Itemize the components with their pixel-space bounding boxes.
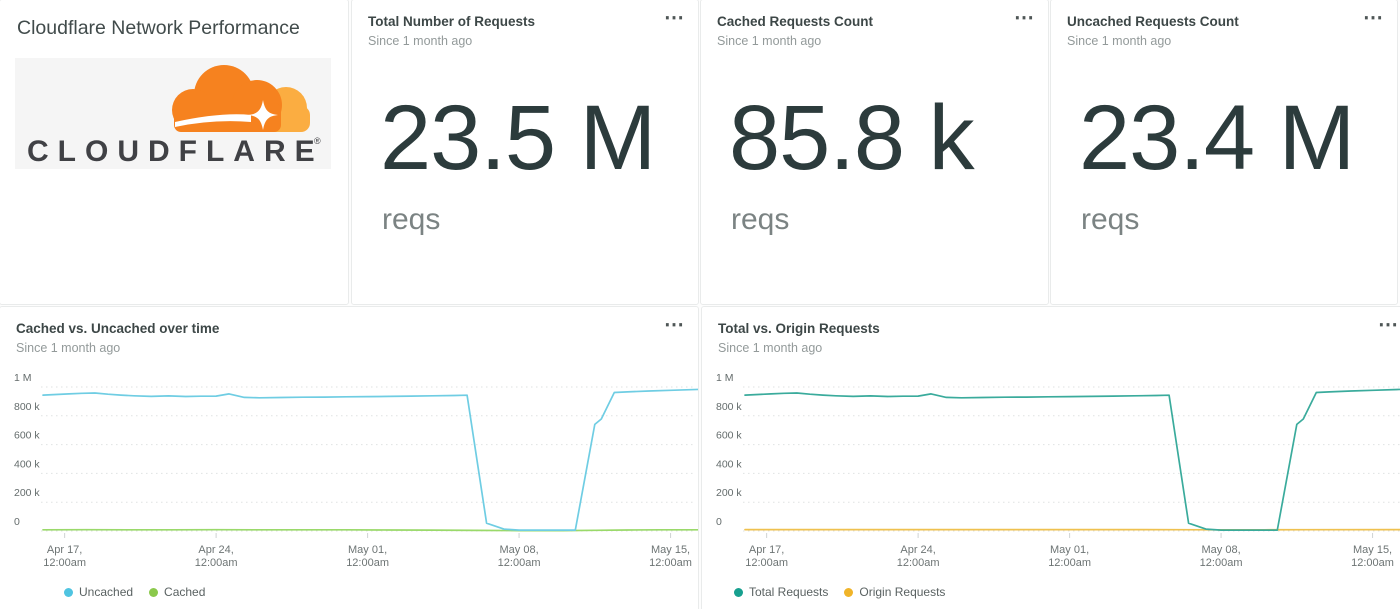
cloudflare-wordmark: CLOUDFLARE xyxy=(27,135,324,168)
billboard-card-total-requests: Total Number of Requests Since 1 month a… xyxy=(351,0,699,305)
billboard-unit: reqs xyxy=(382,203,440,237)
chart-card-cached-vs-uncached: Cached vs. Uncached over time Since 1 mo… xyxy=(0,306,699,609)
cloudflare-dashboard: Cloudflare Network Performance CLOUDFLAR… xyxy=(0,0,1400,609)
cloudflare-logo-panel: CLOUDFLARE ® xyxy=(15,58,331,169)
x-axis-tick-label: 12:00am xyxy=(1048,557,1091,569)
x-axis-tick-label: 12:00am xyxy=(43,557,86,569)
legend-label: Total Requests xyxy=(749,585,828,599)
overflow-menu-icon[interactable]: ⋯ xyxy=(1363,8,1384,28)
y-axis-tick-label: 400 k xyxy=(14,458,40,470)
y-axis-tick-label: 1 M xyxy=(716,372,734,384)
billboard-value: 23.4 M xyxy=(1079,92,1354,184)
widget-title: Total Number of Requests xyxy=(368,14,658,30)
dashboard-header-card: Cloudflare Network Performance CLOUDFLAR… xyxy=(0,0,349,305)
chart-legend: Total Requests Origin Requests xyxy=(702,585,1400,599)
y-axis-tick-label: 800 k xyxy=(14,401,40,413)
x-axis-tick-label: May 15, xyxy=(1353,544,1392,556)
legend-item-cached[interactable]: Cached xyxy=(149,585,205,599)
line-chart-cached-vs-uncached[interactable]: 1 M800 k600 k400 k200 k0Apr 17,12:00amAp… xyxy=(0,369,699,569)
overflow-menu-icon[interactable]: ⋯ xyxy=(1378,315,1399,335)
y-axis-tick-label: 600 k xyxy=(716,430,742,442)
widget-subtitle: Since 1 month ago xyxy=(16,341,658,355)
x-axis-tick-label: May 15, xyxy=(651,544,690,556)
x-axis-tick-label: 12:00am xyxy=(897,557,940,569)
x-axis-tick-label: Apr 17, xyxy=(749,544,784,556)
y-axis-tick-label: 0 xyxy=(14,516,20,528)
billboard-value: 85.8 k xyxy=(729,92,974,184)
x-axis-tick-label: Apr 17, xyxy=(47,544,82,556)
x-axis-tick-label: 12:00am xyxy=(498,557,541,569)
chart-card-total-vs-origin: Total vs. Origin Requests Since 1 month … xyxy=(701,306,1400,609)
widget-title: Cached Requests Count xyxy=(717,14,1008,30)
y-axis-tick-label: 200 k xyxy=(716,487,742,499)
y-axis-tick-label: 200 k xyxy=(14,487,40,499)
overflow-menu-icon[interactable]: ⋯ xyxy=(664,8,685,28)
x-axis-tick-label: Apr 24, xyxy=(900,544,935,556)
billboard-unit: reqs xyxy=(1081,203,1139,237)
widget-title: Total vs. Origin Requests xyxy=(718,321,1372,337)
billboard-card-cached-requests: Cached Requests Count Since 1 month ago … xyxy=(700,0,1049,305)
x-axis-tick-label: 12:00am xyxy=(346,557,389,569)
widget-subtitle: Since 1 month ago xyxy=(368,34,658,48)
x-axis-tick-label: Apr 24, xyxy=(198,544,233,556)
line-chart-total-vs-origin[interactable]: 1 M800 k600 k400 k200 k0Apr 17,12:00amAp… xyxy=(702,369,1400,569)
chart-legend: Uncached Cached xyxy=(0,585,698,599)
legend-dot-icon xyxy=(734,588,743,597)
y-axis-tick-label: 0 xyxy=(716,516,722,528)
x-axis-tick-label: May 01, xyxy=(348,544,387,556)
widget-title: Uncached Requests Count xyxy=(1067,14,1357,30)
legend-dot-icon xyxy=(64,588,73,597)
widget-subtitle: Since 1 month ago xyxy=(717,34,1008,48)
legend-item-origin-requests[interactable]: Origin Requests xyxy=(844,585,945,599)
y-axis-tick-label: 600 k xyxy=(14,430,40,442)
widget-title: Cached vs. Uncached over time xyxy=(16,321,658,337)
y-axis-tick-label: 400 k xyxy=(716,458,742,470)
x-axis-tick-label: 12:00am xyxy=(1200,557,1243,569)
overflow-menu-icon[interactable]: ⋯ xyxy=(1014,8,1035,28)
overflow-menu-icon[interactable]: ⋯ xyxy=(664,315,685,335)
registered-mark: ® xyxy=(314,136,321,146)
x-axis-tick-label: 12:00am xyxy=(649,557,692,569)
billboard-unit: reqs xyxy=(731,203,789,237)
widget-subtitle: Since 1 month ago xyxy=(1067,34,1357,48)
x-axis-tick-label: 12:00am xyxy=(1351,557,1394,569)
y-axis-tick-label: 1 M xyxy=(14,372,32,384)
legend-label: Cached xyxy=(164,585,205,599)
page-title: Cloudflare Network Performance xyxy=(17,17,300,40)
x-axis-tick-label: 12:00am xyxy=(745,557,788,569)
cloudflare-logo: CLOUDFLARE ® xyxy=(15,58,331,169)
billboard-card-uncached-requests: Uncached Requests Count Since 1 month ag… xyxy=(1050,0,1398,305)
x-axis-tick-label: 12:00am xyxy=(195,557,238,569)
x-axis-tick-label: May 01, xyxy=(1050,544,1089,556)
x-axis-tick-label: May 08, xyxy=(500,544,539,556)
cached-series-line[interactable] xyxy=(43,530,699,531)
legend-item-uncached[interactable]: Uncached xyxy=(64,585,133,599)
uncached-series-line[interactable] xyxy=(43,389,699,530)
widget-subtitle: Since 1 month ago xyxy=(718,341,1372,355)
x-axis-tick-label: May 08, xyxy=(1202,544,1241,556)
legend-label: Uncached xyxy=(79,585,133,599)
y-axis-tick-label: 800 k xyxy=(716,401,742,413)
legend-dot-icon xyxy=(149,588,158,597)
legend-item-total-requests[interactable]: Total Requests xyxy=(734,585,828,599)
legend-label: Origin Requests xyxy=(859,585,945,599)
total-requests-series-line[interactable] xyxy=(745,389,1400,530)
billboard-value: 23.5 M xyxy=(380,92,655,184)
legend-dot-icon xyxy=(844,588,853,597)
